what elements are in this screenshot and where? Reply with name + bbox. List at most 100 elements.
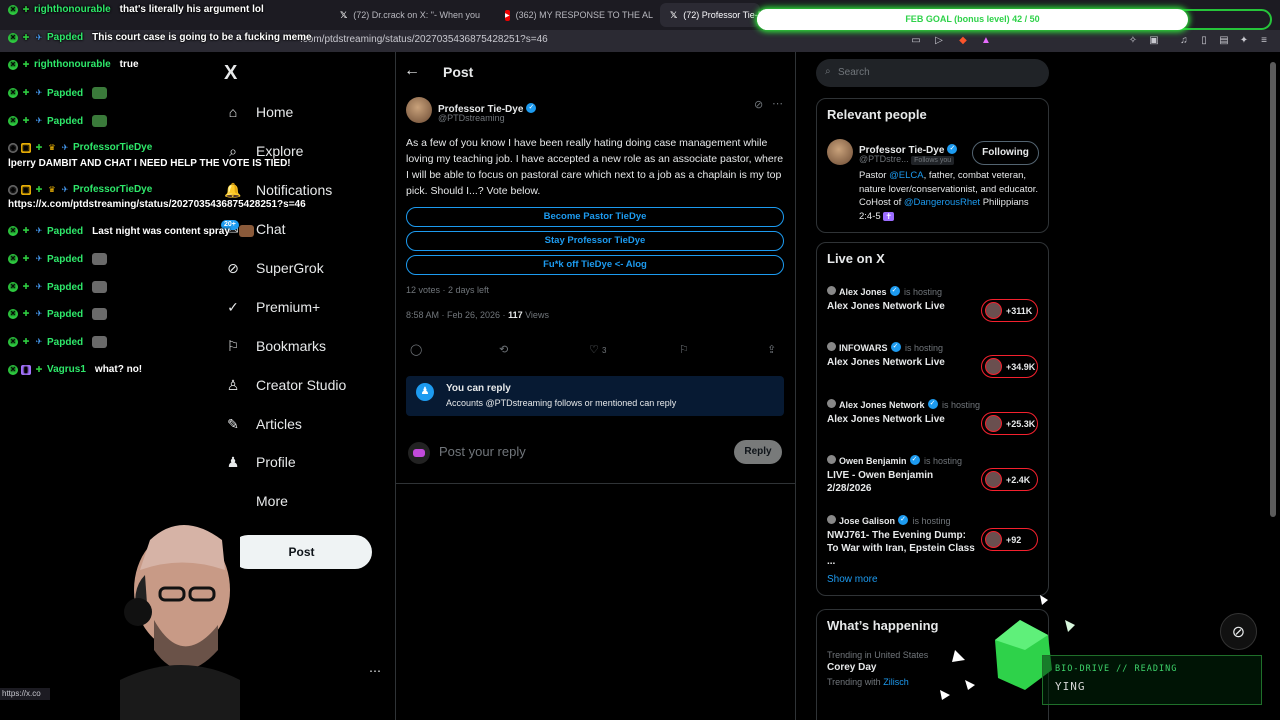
reply-icon[interactable]: ◯ — [410, 343, 422, 356]
reply-input[interactable]: Post your reply — [439, 444, 526, 459]
trend-name[interactable]: Corey Day — [827, 662, 876, 673]
wallet-icon[interactable]: ▣ — [1148, 35, 1160, 47]
chat-username[interactable]: Papded — [47, 309, 83, 320]
chat-badge-icon: ✕ — [8, 364, 18, 375]
show-more-link[interactable]: Show more — [827, 574, 878, 585]
like-button[interactable]: ♡ 3 — [589, 343, 606, 356]
browser-tab-active[interactable]: 𝕏 (72) Professor Tie-D — [660, 3, 760, 27]
chat-username[interactable]: Papded — [47, 116, 83, 127]
live-host-row[interactable]: Owen Benjamin ✓ is hosting — [827, 451, 962, 469]
chat-badge-icon: ✚ — [35, 184, 43, 194]
ai-icon[interactable]: ✦ — [1238, 35, 1250, 47]
browser-tab-2[interactable]: ▶ (362) MY RESPONSE TO THE AL — [495, 3, 655, 27]
live-host-row[interactable]: Alex Jones Network ✓ is hosting — [827, 395, 980, 413]
my-avatar[interactable] — [408, 442, 430, 464]
chat-badge-icon: ✕ — [8, 254, 18, 264]
chat-emote — [92, 253, 108, 265]
post-timestamp: 8:58 AM · Feb 26, 2026 · 117 Views — [406, 310, 549, 320]
extension-icon[interactable]: ▲ — [980, 35, 992, 47]
bookmark-icon[interactable]: ⚐ — [679, 343, 689, 356]
following-button[interactable]: Following — [972, 141, 1039, 165]
play-icon[interactable]: ▷ — [933, 35, 945, 47]
share-icon[interactable]: ⇪ — [767, 343, 776, 356]
search-placeholder[interactable]: Search — [838, 67, 870, 78]
chat-badge-icon: ✈ — [35, 309, 43, 318]
live-host-row[interactable]: Alex Jones ✓ is hosting — [827, 282, 942, 300]
live-listeners-pill[interactable]: +34.9K — [981, 355, 1038, 378]
chat-emote — [92, 87, 108, 99]
x-logo-icon: 𝕏 — [670, 9, 678, 20]
live-title[interactable]: LIVE - Owen Benjamin 2/28/2026 — [827, 469, 977, 495]
chat-text: Last night was content spray — [92, 225, 230, 237]
live-title[interactable]: Alex Jones Network Live — [827, 356, 977, 369]
chat-badge-icon: ✕ — [8, 309, 18, 319]
chat-username[interactable]: Papded — [47, 254, 83, 265]
grok-floating-button[interactable]: ⊘ — [1220, 613, 1257, 650]
bio-text: Pastor — [859, 170, 890, 181]
author-avatar[interactable] — [406, 97, 432, 123]
chat-username[interactable]: Papded — [47, 88, 83, 99]
chat-username[interactable]: righthonourable — [34, 4, 111, 15]
chat-username[interactable]: ProfessorTieDye — [73, 184, 152, 195]
live-host-name: Alex Jones Network — [839, 400, 925, 410]
music-icon[interactable]: ♫ — [1178, 35, 1190, 47]
live-title[interactable]: Alex Jones Network Live — [827, 300, 977, 313]
url-text[interactable]: .com/ptdstreaming/status/202703543687542… — [300, 34, 548, 45]
reply-button[interactable]: Reply — [734, 440, 782, 464]
brave-icon[interactable]: ◆ — [957, 35, 969, 47]
repost-icon[interactable]: ⟲ — [499, 343, 508, 356]
poll-option-2[interactable]: Stay Professor TieDye — [406, 231, 784, 251]
chat-username[interactable]: Vagrus1 — [47, 364, 86, 375]
youtube-icon: ▶ — [505, 9, 510, 21]
live-hosting-label: is hosting — [923, 456, 962, 466]
bio-link-elca[interactable]: @ELCA — [889, 170, 923, 181]
chat-username[interactable]: Papded — [47, 32, 83, 43]
back-arrow-icon[interactable]: ← — [404, 62, 420, 80]
chat-badge-icon: ♛ — [48, 142, 56, 152]
post-time[interactable]: 8:58 AM · Feb 26, 2026 · — [406, 310, 508, 320]
sidebar-toggle-icon[interactable]: ▯ — [1198, 35, 1210, 47]
poll-option-3[interactable]: Fu*k off TieDye <- Alog — [406, 255, 784, 275]
puzzle-icon[interactable]: ✧ — [1127, 35, 1139, 47]
live-host-row[interactable]: INFOWARS ✓ is hosting — [827, 338, 943, 356]
chat-username[interactable]: Papded — [47, 282, 83, 293]
trend-with-link[interactable]: Zilisch — [883, 677, 909, 687]
chat-badge-icon: ✚ — [22, 282, 30, 291]
grok-icon[interactable]: ⊘ — [754, 98, 763, 111]
author-handle[interactable]: @PTDstreaming — [438, 113, 505, 123]
menu-icon[interactable]: ≡ — [1258, 35, 1270, 47]
live-host-row[interactable]: Jose Galison ✓ is hosting — [827, 511, 951, 529]
browser-tab-1[interactable]: 𝕏 (72) Dr.crack on X: "- When you — [330, 3, 490, 27]
chat-username[interactable]: righthonourable — [34, 59, 111, 70]
verified-icon: ✓ — [889, 285, 900, 296]
trend-context: Trending in United States — [827, 650, 929, 660]
live-count: +2.4K — [1006, 474, 1031, 485]
verified-icon: ✓ — [947, 143, 958, 154]
chat-badge-icon: ◉ — [8, 184, 18, 195]
chat-badge-icon: ✕ — [8, 226, 18, 236]
chat-username[interactable]: ProfessorTieDye — [73, 142, 152, 153]
status-url: https://x.co — [0, 688, 50, 700]
chat-text: lperry DAMBIT AND CHAT I NEED HELP THE V… — [8, 158, 291, 169]
chat-message: ✕ ✚ ✈ Papded — [8, 281, 108, 293]
chat-username[interactable]: Papded — [47, 226, 83, 237]
scrollbar[interactable] — [1270, 62, 1276, 517]
goal-text: FEB GOAL (bonus level) 42 / 50 — [905, 14, 1040, 24]
live-listeners-pill[interactable]: +25.3K — [981, 412, 1038, 435]
chat-username[interactable]: Papded — [47, 337, 83, 348]
live-listeners-pill[interactable]: +311K — [981, 299, 1038, 322]
person-avatar[interactable] — [827, 139, 853, 165]
cross-emoji-icon: ✝ — [883, 211, 894, 221]
screen-icon[interactable]: ▭ — [910, 35, 922, 47]
more-icon[interactable]: ⋯ — [772, 97, 783, 110]
live-listeners-pill[interactable]: +2.4K — [981, 468, 1038, 491]
live-title[interactable]: Alex Jones Network Live — [827, 413, 977, 426]
live-listeners-pill[interactable]: +92 — [981, 528, 1038, 551]
chat-badge-icon: ✈ — [35, 226, 43, 235]
live-title[interactable]: NWJ761- The Evening Dump: To War with Ir… — [827, 529, 977, 568]
account-menu-icon[interactable]: ⋯ — [369, 664, 381, 678]
person-handle[interactable]: @PTDstre... — [859, 154, 909, 164]
poll-option-1[interactable]: Become Pastor TieDye — [406, 207, 784, 227]
split-icon[interactable]: ▤ — [1218, 35, 1230, 47]
bio-link-dangerousrhet[interactable]: @DangerousRhet — [904, 197, 980, 208]
